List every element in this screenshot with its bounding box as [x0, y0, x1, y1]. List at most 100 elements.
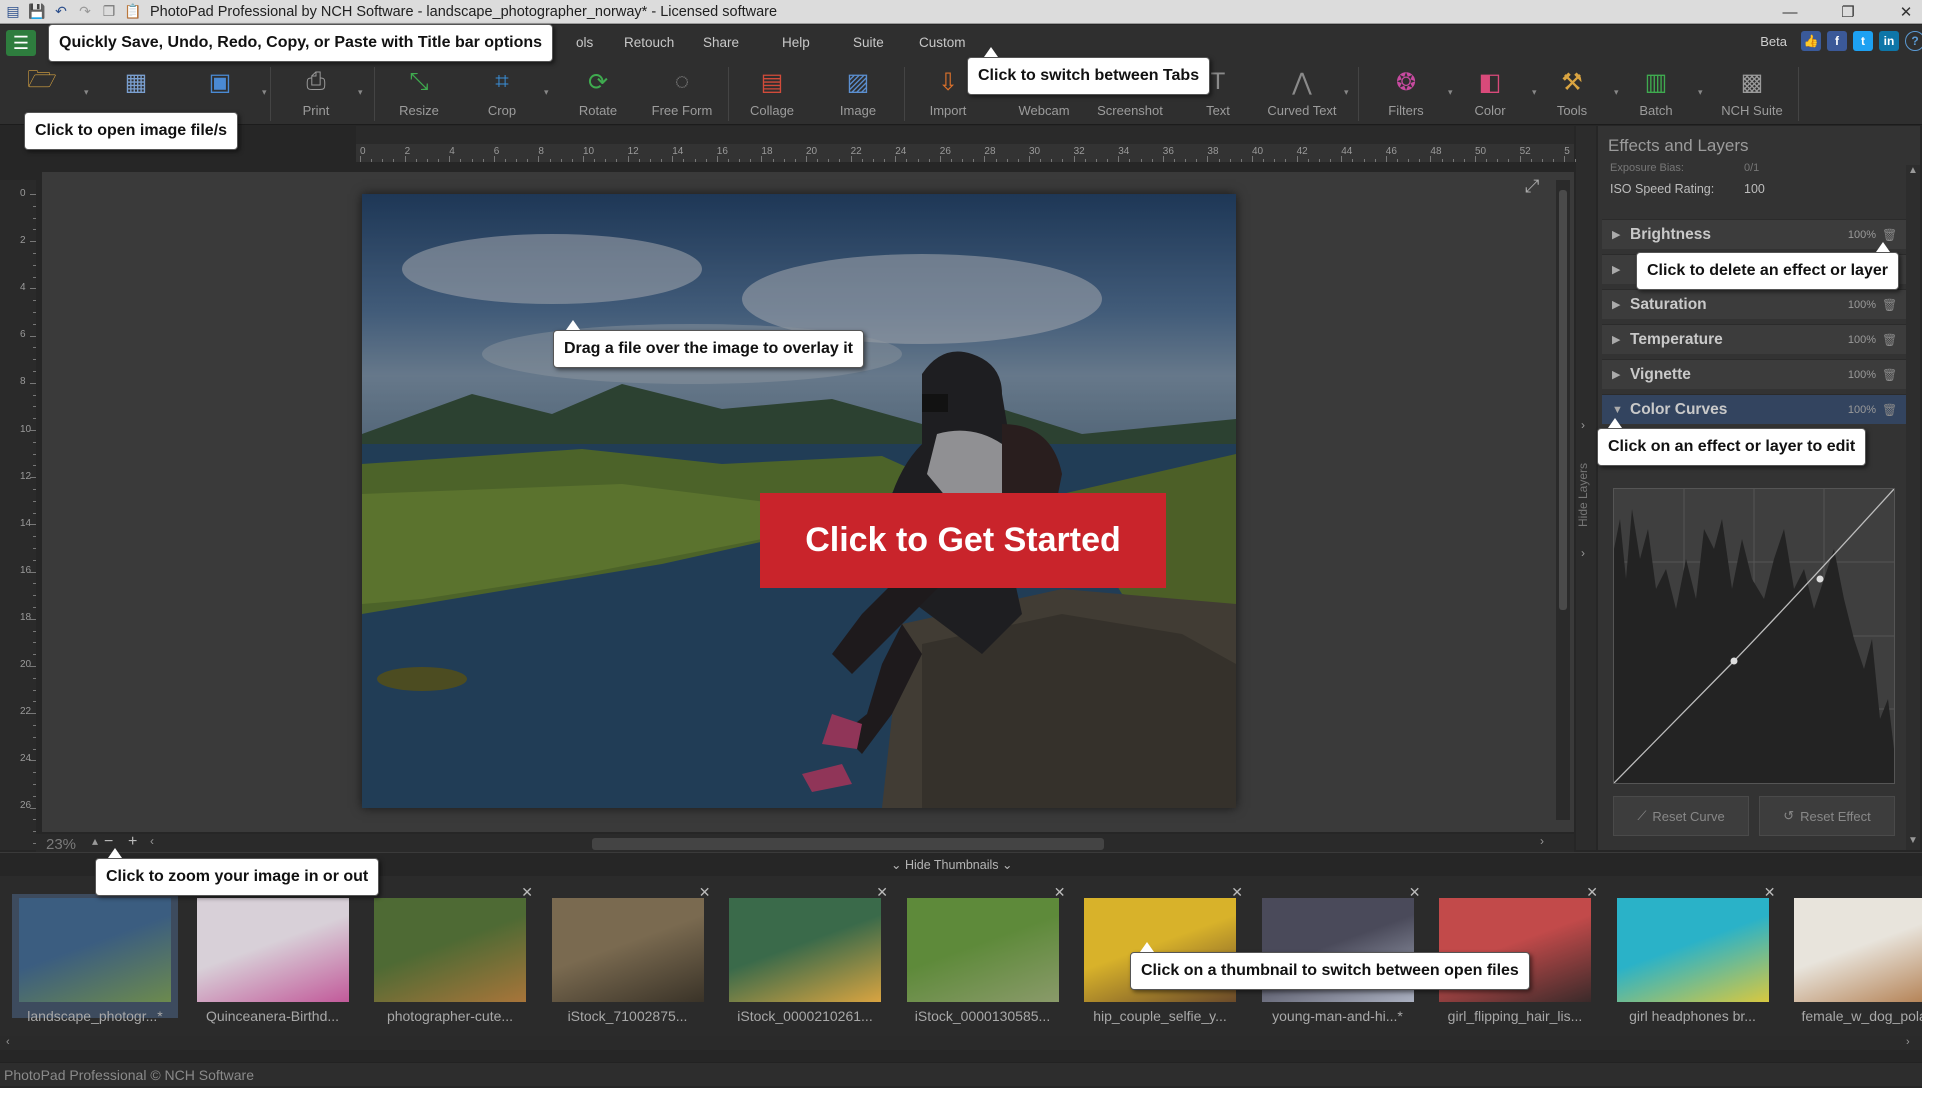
zoom-level[interactable]: 23%: [46, 836, 76, 853]
effect-row-temperature[interactable]: ▶ Temperature 100% 🗑: [1602, 324, 1906, 354]
thumbnail-image[interactable]: [729, 898, 881, 1002]
scroll-up-icon[interactable]: ▲: [1908, 165, 1918, 176]
close-icon[interactable]: ✕: [1054, 884, 1066, 901]
zoom-up-icon[interactable]: ▴: [92, 834, 98, 848]
dropdown-arrow-icon[interactable]: ▾: [358, 87, 363, 98]
thumbnail-item[interactable]: photographer-cute... ✕: [367, 884, 533, 1024]
toolbar-batch-button[interactable]: ▥ Batch ▾: [1620, 65, 1702, 123]
get-started-button[interactable]: Click to Get Started: [760, 493, 1166, 588]
toolbar-printer-button[interactable]: ⎙ Print ▾: [280, 65, 363, 123]
dropdown-arrow-icon[interactable]: ▾: [544, 87, 549, 98]
hamburger-menu-icon[interactable]: ☰: [6, 30, 36, 56]
canvas-horizontal-scroll-thumb[interactable]: [592, 838, 1104, 850]
hide-thumbnails-button[interactable]: ⌄ Hide Thumbnails ⌄: [891, 857, 1012, 872]
color-curve-editor[interactable]: [1613, 488, 1895, 784]
thumbnail-scrollbar[interactable]: ‹ ›: [0, 1036, 1935, 1050]
trash-icon[interactable]: 🗑: [1882, 403, 1898, 417]
undo-icon[interactable]: ↶: [52, 3, 70, 21]
trash-icon[interactable]: 🗑: [1882, 298, 1898, 312]
toolbar-rotate-button[interactable]: ⟳ Rotate: [562, 65, 634, 123]
save-icon[interactable]: 💾: [28, 3, 46, 21]
thumbnail-item[interactable]: iStock_0000130585... ✕: [900, 884, 1066, 1024]
scroll-right-icon[interactable]: ›: [1906, 1036, 1910, 1048]
trash-icon[interactable]: 🗑: [1882, 368, 1898, 382]
tab-help[interactable]: Help: [782, 35, 810, 50]
thumbnail-image[interactable]: [1794, 898, 1935, 1002]
canvas-vertical-scrollbar[interactable]: [1556, 180, 1570, 820]
like-icon[interactable]: 👍: [1801, 31, 1821, 51]
effect-opacity[interactable]: 100%: [1848, 334, 1876, 346]
effect-row-color-curves[interactable]: ▼ Color Curves 100% 🗑: [1602, 394, 1906, 424]
expand-arrow-icon[interactable]: ›: [1581, 546, 1585, 560]
close-icon[interactable]: ✕: [1231, 884, 1243, 901]
effect-row-saturation[interactable]: ▶ Saturation 100% 🗑: [1602, 289, 1906, 319]
restore-icon[interactable]: ❐: [1819, 0, 1877, 24]
expand-arrow-icon[interactable]: ›: [1581, 418, 1585, 432]
close-icon[interactable]: ✕: [1409, 884, 1421, 901]
toolbar-filters-button[interactable]: ❂ Filters ▾: [1370, 65, 1452, 123]
close-icon[interactable]: ✕: [876, 884, 888, 901]
toolbar-resize-button[interactable]: ⤡ Resize: [383, 65, 455, 123]
scroll-down-icon[interactable]: ▼: [1908, 835, 1918, 846]
thumbnail-image[interactable]: [906, 898, 1059, 1002]
hide-layers-button[interactable]: Hide Layers: [1576, 450, 1596, 540]
tab-suite[interactable]: Suite: [853, 35, 884, 50]
toolbar-image-button[interactable]: ▨ Image: [822, 65, 894, 123]
reset-curve-button[interactable]: ⟋ Reset Curve: [1613, 796, 1749, 836]
facebook-icon[interactable]: f: [1827, 31, 1847, 51]
zoom-in-icon[interactable]: +: [128, 833, 137, 851]
thumbnail-image[interactable]: [374, 898, 526, 1002]
fullscreen-icon[interactable]: ⤢: [1525, 176, 1547, 198]
thumbnail-item[interactable]: girl headphones br... ✕: [1610, 884, 1776, 1024]
tab-custom[interactable]: Custom: [919, 35, 966, 50]
scroll-left-icon[interactable]: ‹: [150, 834, 154, 848]
thumbnail-image[interactable]: [196, 898, 349, 1002]
thumbnail-item[interactable]: iStock_71002875... ✕: [545, 884, 711, 1024]
panel-scrollbar[interactable]: ▲ ▼: [1906, 165, 1920, 850]
close-icon[interactable]: ✕: [521, 884, 533, 901]
effect-opacity[interactable]: 100%: [1848, 299, 1876, 311]
effect-row-brightness[interactable]: ▶ Brightness 100% 🗑: [1602, 219, 1906, 249]
paste-icon[interactable]: 📋: [124, 3, 142, 21]
effect-opacity[interactable]: 100%: [1848, 229, 1876, 241]
dropdown-arrow-icon[interactable]: ▾: [84, 87, 89, 98]
thumbnail-item[interactable]: Quinceanera-Birthd...✕: [190, 884, 356, 1024]
copy-icon[interactable]: ❐: [100, 3, 118, 21]
redo-icon[interactable]: ↷: [76, 3, 94, 21]
app-menu-icon[interactable]: ▤: [4, 3, 22, 21]
dropdown-arrow-icon[interactable]: ▾: [262, 87, 267, 98]
curve-point[interactable]: [1730, 657, 1738, 665]
linkedin-icon[interactable]: in: [1879, 31, 1899, 51]
close-icon[interactable]: ✕: [699, 884, 711, 901]
dropdown-arrow-icon[interactable]: ▾: [1614, 87, 1619, 98]
twitter-icon[interactable]: t: [1853, 31, 1873, 51]
toolbar-free-form-button[interactable]: ◌ Free Form: [646, 65, 718, 123]
canvas-vertical-scroll-thumb[interactable]: [1559, 190, 1567, 610]
toolbar-curved-text-button[interactable]: ⋀ Curved Text ▾: [1266, 65, 1348, 123]
toolbar-color-button[interactable]: ◧ Color ▾: [1454, 65, 1536, 123]
effect-opacity[interactable]: 100%: [1848, 404, 1876, 416]
effect-opacity[interactable]: 100%: [1848, 369, 1876, 381]
close-icon[interactable]: ✕: [1586, 884, 1598, 901]
thumbnail-image[interactable]: [551, 898, 704, 1002]
dropdown-arrow-icon[interactable]: ▾: [1448, 87, 1453, 98]
toolbar-tools-button[interactable]: ⚒ Tools ▾: [1536, 65, 1619, 123]
thumbnail-item[interactable]: female_w_dog_pola...✕: [1787, 894, 1935, 1024]
thumbnail-image[interactable]: [19, 898, 171, 1002]
trash-icon[interactable]: 🗑: [1882, 228, 1898, 242]
thumbnail-item[interactable]: iStock_0000210261... ✕: [722, 884, 888, 1024]
tab-share[interactable]: Share: [703, 35, 739, 50]
scroll-right-icon[interactable]: ›: [1540, 834, 1544, 848]
trash-icon[interactable]: 🗑: [1882, 333, 1898, 347]
toolbar-nch-suite-button[interactable]: ▩ NCH Suite: [1716, 65, 1788, 123]
dropdown-arrow-icon[interactable]: ▾: [1698, 87, 1703, 98]
toolbar-collage-button[interactable]: ▤ Collage: [736, 65, 808, 123]
effect-row-vignette[interactable]: ▶ Vignette 100% 🗑: [1602, 359, 1906, 389]
minimize-icon[interactable]: —: [1761, 0, 1819, 24]
reset-effect-button[interactable]: ↺ Reset Effect: [1759, 796, 1895, 836]
close-icon[interactable]: ✕: [1764, 884, 1776, 901]
scroll-left-icon[interactable]: ‹: [6, 1036, 10, 1048]
dropdown-arrow-icon[interactable]: ▾: [1344, 87, 1349, 98]
tab-retouch[interactable]: Retouch: [624, 35, 674, 50]
toolbar-crop-button[interactable]: ⌗ Crop ▾: [466, 65, 549, 123]
